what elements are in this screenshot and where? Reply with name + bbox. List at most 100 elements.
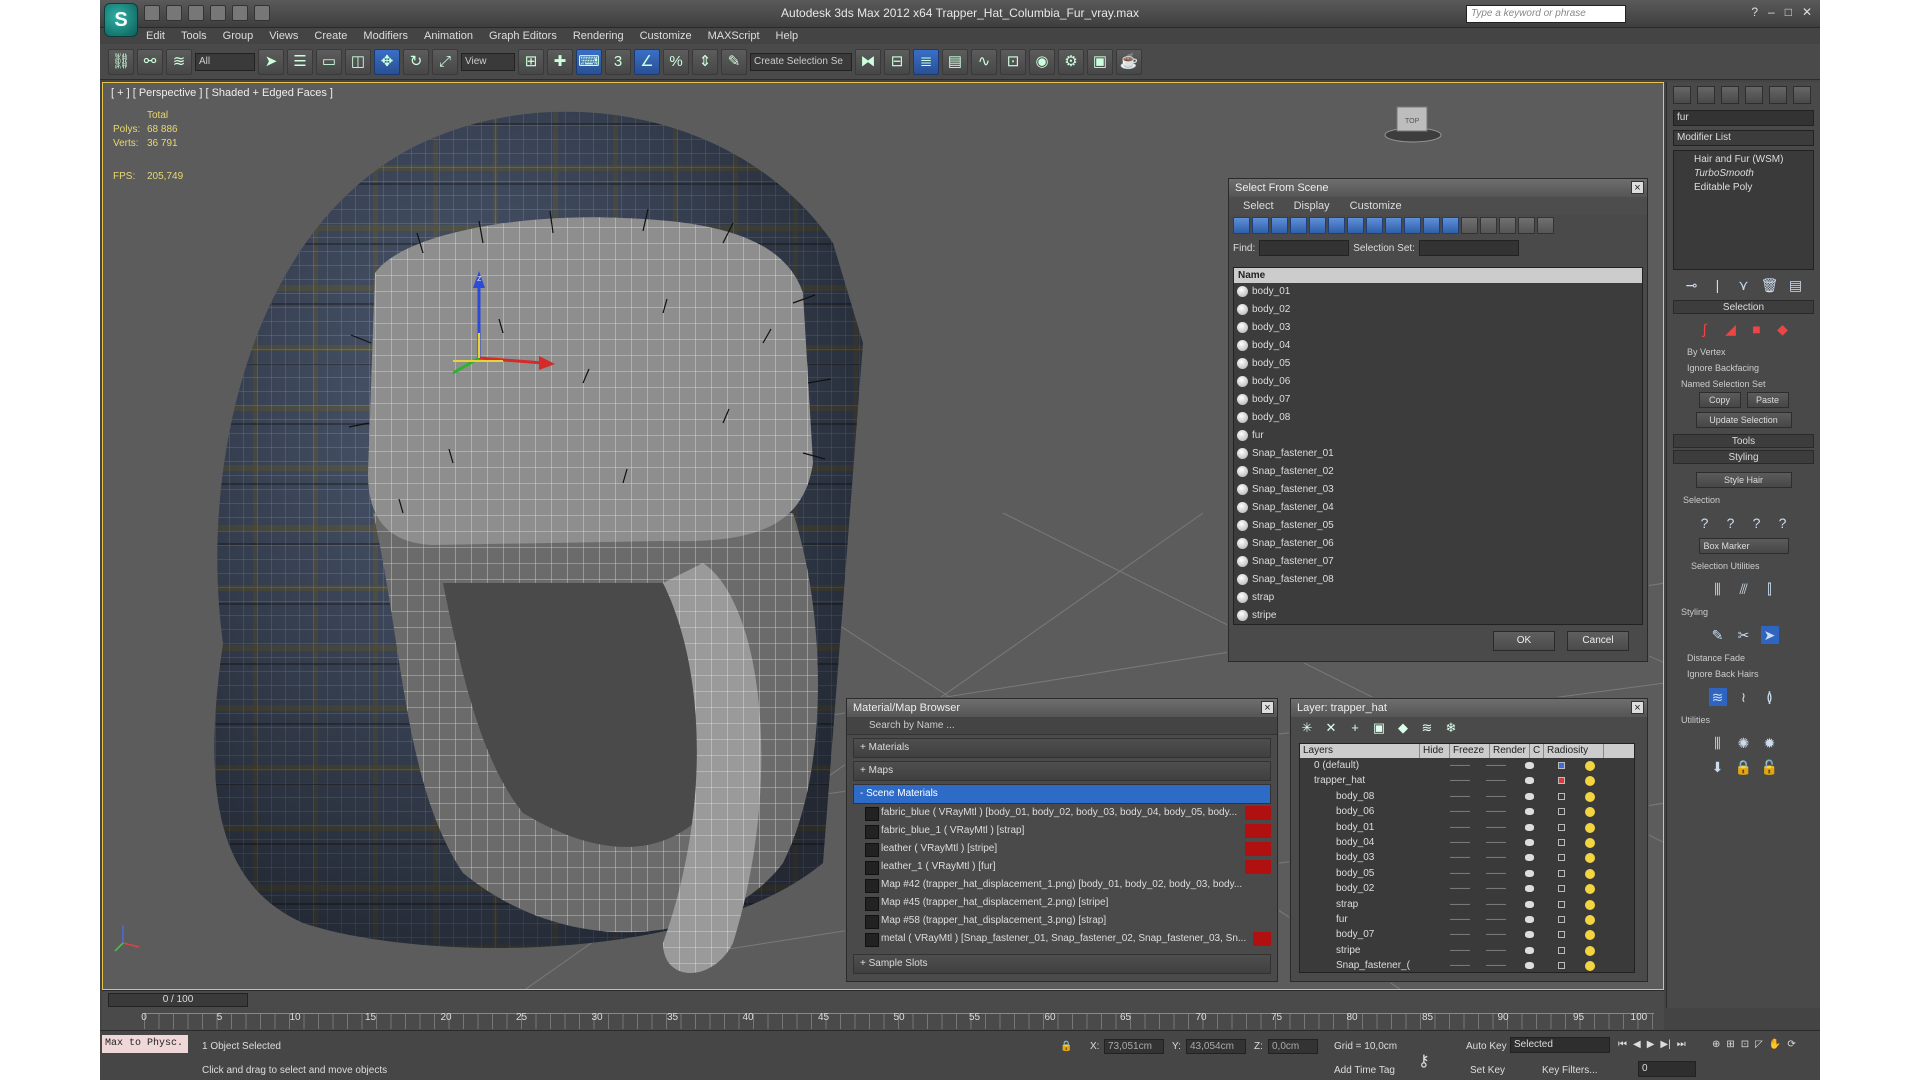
select-rotate-icon[interactable]: ↻ [403, 48, 429, 75]
styling-rollout[interactable]: Styling [1673, 450, 1814, 464]
display-xrefs-icon[interactable] [1366, 217, 1383, 234]
link-icon[interactable]: ⛓ [108, 48, 134, 75]
hair-brush-icon[interactable]: ✎ [1709, 626, 1727, 644]
freeze-toggle[interactable]: —— [1486, 820, 1506, 835]
sync-selection-icon[interactable] [1537, 217, 1554, 234]
play-icon[interactable]: ▶ [1647, 1039, 1655, 1050]
material-row[interactable]: fabric_blue_1 ( VRayMtl ) [strap] [863, 822, 1271, 840]
set-key-icon[interactable]: ⚷ [1418, 1051, 1430, 1071]
column-radiosity[interactable]: Radiosity [1544, 744, 1604, 758]
select-in-layer-icon[interactable]: ▣ [1371, 720, 1387, 736]
element-icon[interactable]: ◆ [1774, 320, 1792, 338]
object-color-swatch[interactable] [1558, 962, 1565, 970]
object-color-swatch[interactable] [1558, 869, 1565, 877]
menu-edit[interactable]: Edit [146, 28, 165, 44]
render-icon[interactable] [1525, 869, 1534, 877]
object-color-swatch[interactable] [1558, 823, 1565, 831]
column-layers[interactable]: Layers [1300, 744, 1420, 758]
column-color[interactable]: C [1530, 744, 1544, 758]
table-row[interactable]: 0 (default) —— —— [1300, 758, 1634, 773]
render-icon[interactable] [1525, 823, 1534, 831]
display-tab-icon[interactable] [1769, 86, 1787, 104]
display-bones-icon[interactable] [1385, 217, 1402, 234]
attenuate-icon[interactable]: ⫼ [1709, 734, 1727, 752]
named-selection-set-select[interactable]: Create Selection Se [750, 52, 852, 71]
hide-toggle[interactable]: —— [1450, 835, 1470, 850]
pop-zero-sized-icon[interactable]: ✹ [1761, 734, 1779, 752]
hide-toggle[interactable]: —— [1450, 958, 1470, 972]
search-input[interactable]: Type a keyword or phrase [1466, 5, 1626, 23]
list-item[interactable]: Snap_fastener_07 [1234, 553, 1642, 571]
percent-snap-icon[interactable]: % [663, 48, 689, 75]
display-hidden-icon[interactable] [1442, 217, 1459, 234]
radiosity-icon[interactable] [1585, 761, 1595, 771]
table-row[interactable]: trapper_hat —— —— [1300, 773, 1634, 788]
materials-section[interactable]: + Materials [853, 738, 1271, 758]
pivot-center-icon[interactable]: ⊞ [518, 48, 544, 75]
map-row[interactable]: Map #42 (trapper_hat_displacement_1.png)… [863, 876, 1271, 894]
zoom-icon[interactable]: ⊕ [1712, 1039, 1720, 1050]
reference-coordinate-select[interactable]: View [461, 52, 515, 71]
freeze-toggle[interactable]: —— [1486, 773, 1506, 788]
object-color-swatch[interactable] [1558, 838, 1565, 846]
freeze-toggle[interactable]: —— [1486, 789, 1506, 804]
face-icon[interactable]: ◢ [1722, 320, 1740, 338]
render-icon[interactable] [1525, 946, 1534, 954]
display-lights-icon[interactable] [1271, 217, 1288, 234]
x-coordinate-input[interactable]: 73,051cm [1104, 1039, 1164, 1054]
hide-toggle[interactable]: —— [1450, 789, 1470, 804]
object-color-swatch[interactable] [1558, 931, 1565, 939]
close-icon[interactable]: × [1261, 701, 1274, 714]
delete-layer-icon[interactable]: ✕ [1323, 720, 1339, 736]
auto-key-button[interactable]: Auto Key [1466, 1041, 1507, 1052]
list-item[interactable]: Snap_fastener_02 [1234, 463, 1642, 481]
select-hair-root-icon[interactable]: ? [1774, 514, 1792, 532]
by-vertex-checkbox[interactable]: By Vertex [1667, 344, 1820, 360]
list-item[interactable]: body_08 [1234, 409, 1642, 427]
new-file-icon[interactable] [144, 5, 160, 21]
menu-rendering[interactable]: Rendering [573, 28, 624, 44]
angle-snap-icon[interactable]: ∠ [634, 48, 660, 75]
rotate-selection-icon[interactable]: ⫻ [1735, 580, 1753, 598]
align-icon[interactable]: ⊟ [884, 48, 910, 75]
select-object-icon[interactable]: ➤ [258, 48, 284, 75]
select-scale-icon[interactable]: ⤢ [432, 48, 458, 75]
list-item[interactable]: fur [1234, 427, 1642, 445]
find-input[interactable] [1259, 240, 1350, 256]
freeze-toggle[interactable]: —— [1486, 927, 1506, 942]
display-all-icon[interactable] [1461, 217, 1478, 234]
menu-graph-editors[interactable]: Graph Editors [489, 28, 557, 44]
menu-select[interactable]: Select [1243, 197, 1274, 215]
field-of-view-icon[interactable]: ◸ [1755, 1039, 1763, 1050]
go-to-end-icon[interactable]: ⏭ [1677, 1039, 1686, 1050]
invert-selection-icon[interactable]: ⫼ [1709, 580, 1727, 598]
stack-item-turbosmooth[interactable]: TurboSmooth [1674, 167, 1813, 181]
unlink-icon[interactable]: ⚯ [137, 48, 163, 75]
hide-toggle[interactable]: —— [1450, 850, 1470, 865]
radiosity-icon[interactable] [1585, 853, 1595, 864]
invert-display-icon[interactable] [1499, 217, 1516, 234]
hide-toggle[interactable]: —— [1450, 943, 1470, 958]
hide-toggle[interactable]: —— [1450, 773, 1470, 788]
previous-frame-icon[interactable]: ◀ [1633, 1039, 1641, 1050]
copy-button[interactable]: Copy [1698, 392, 1741, 408]
list-item[interactable]: stripe [1234, 607, 1642, 624]
graphite-ribbon-icon[interactable]: ▤ [942, 48, 968, 75]
set-key-button[interactable]: Set Key [1470, 1065, 1505, 1076]
spinner-snap-icon[interactable]: ⇕ [692, 48, 718, 75]
table-row[interactable]: fur —— —— [1300, 912, 1634, 927]
curve-editor-icon[interactable]: ∿ [971, 48, 997, 75]
utilities-tab-icon[interactable] [1793, 86, 1811, 104]
display-groups-icon[interactable] [1347, 217, 1364, 234]
lock-selection-icon[interactable]: 🔒 [1060, 1041, 1072, 1052]
map-row[interactable]: Map #45 (trapper_hat_displacement_2.png)… [863, 894, 1271, 912]
list-item[interactable]: body_03 [1234, 319, 1642, 337]
freeze-toggle[interactable]: —— [1486, 850, 1506, 865]
guides-icon[interactable]: ∫ [1696, 320, 1714, 338]
tools-rollout[interactable]: Tools [1673, 434, 1814, 448]
create-tab-icon[interactable] [1673, 86, 1691, 104]
style-hair-button[interactable]: Style Hair [1695, 472, 1792, 488]
radiosity-icon[interactable] [1585, 822, 1595, 833]
radiosity-icon[interactable] [1585, 899, 1595, 910]
render-icon[interactable] [1525, 885, 1534, 893]
